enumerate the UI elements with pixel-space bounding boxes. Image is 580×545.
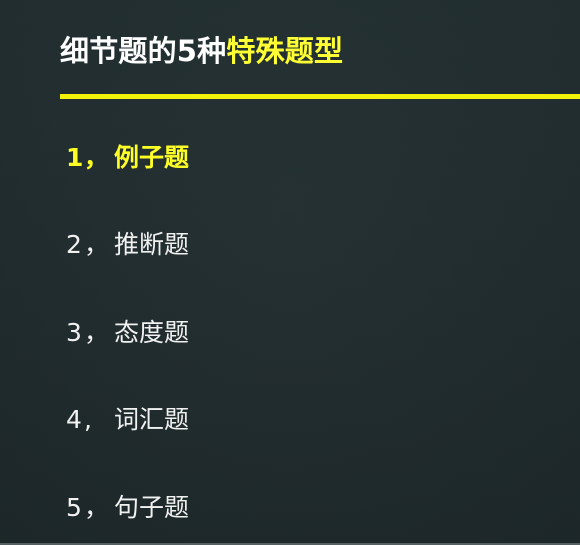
list-item-inference-question: 2， 推断题 xyxy=(66,232,189,257)
list-item-number: 4 xyxy=(66,405,82,434)
list-item-number: 2 xyxy=(66,230,82,259)
title-underline xyxy=(60,94,580,99)
slide-title-accent: 特殊题型 xyxy=(226,34,344,68)
list-item-label: 句子题 xyxy=(114,493,190,522)
list-item-example-question: 1， 例子题 xyxy=(66,145,189,170)
list-item-vocabulary-question: 4, 词汇题 xyxy=(66,407,189,432)
list-item-sentence-question: 5， 句子题 xyxy=(66,495,189,520)
list-item-separator: ， xyxy=(84,318,110,347)
slide-background-shade xyxy=(0,0,580,545)
list-item-number: 5 xyxy=(66,493,82,522)
list-item-label: 例子题 xyxy=(114,143,190,172)
list-item-separator: ， xyxy=(84,143,110,172)
presentation-slide: 细节题的5种特殊题型 1， 例子题 2， 推断题 3， 态度题 4, 词汇题 5， 句子题 xyxy=(0,0,580,545)
slide-title: 细节题的5种特殊题型 xyxy=(60,34,344,68)
list-item-label: 推断题 xyxy=(114,230,190,259)
list-item-label: 态度题 xyxy=(114,318,190,347)
list-item-separator: ， xyxy=(84,230,110,259)
list-item-number: 3 xyxy=(66,318,82,347)
list-item-label: 词汇题 xyxy=(114,405,190,434)
list-item-number: 1 xyxy=(66,143,84,172)
slide-title-main: 细节题的5种 xyxy=(60,34,227,68)
list-item-attitude-question: 3， 态度题 xyxy=(66,320,189,345)
list-item-separator: , xyxy=(84,405,92,434)
list-item-separator: ， xyxy=(84,493,110,522)
